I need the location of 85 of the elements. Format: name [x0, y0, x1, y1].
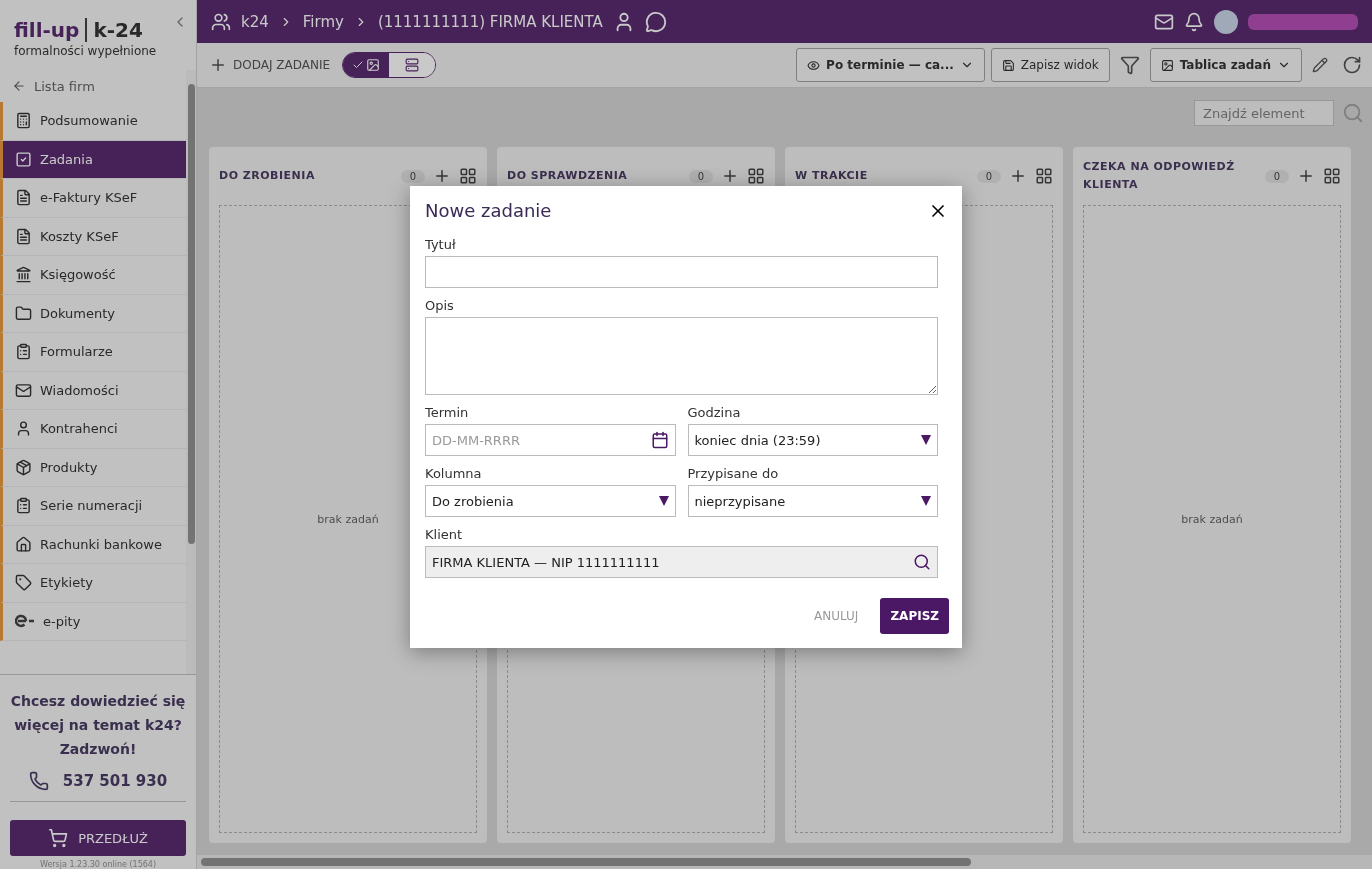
empty-text: brak zadań: [317, 512, 379, 526]
plus-icon[interactable]: [433, 167, 451, 185]
chat-icon[interactable]: [644, 10, 667, 33]
field-label: Termin: [425, 405, 470, 420]
image-icon: [1160, 58, 1174, 72]
column-title: DO SPRAWDZENIA: [507, 168, 629, 184]
plus-icon[interactable]: [1297, 167, 1315, 185]
version-text: Wersja 1.23.30 online (1564): [38, 860, 158, 869]
task-count: 0: [400, 169, 425, 183]
logo-text: k-24: [85, 18, 143, 42]
list-icon: [15, 343, 32, 361]
add-task-button[interactable]: DODAJ ZADANIE: [203, 55, 337, 75]
bell-icon[interactable]: [1184, 11, 1204, 32]
mail-icon: [15, 381, 32, 399]
breadcrumb-link[interactable]: Firmy: [302, 12, 344, 31]
house-icon: [15, 535, 32, 553]
cart-icon: [48, 828, 69, 848]
grid-icon[interactable]: [1035, 167, 1053, 185]
select-field[interactable]: koniec dnia (23:59): [687, 424, 938, 456]
dialog-title: Nowe zadanie: [425, 200, 552, 221]
grid-icon[interactable]: [459, 167, 477, 185]
column-title: W TRAKCIE: [795, 168, 869, 184]
search-field[interactable]: Znajdź element: [1194, 100, 1334, 126]
view-toggle[interactable]: [342, 52, 437, 78]
eye-icon: [807, 58, 821, 72]
field-label: Klient: [425, 527, 464, 542]
caret-icon: [921, 495, 931, 507]
calculator-icon: [15, 112, 32, 130]
breadcrumb-link[interactable]: k24: [241, 12, 269, 31]
input-field[interactable]: [425, 256, 938, 288]
arrow-left-icon: [12, 79, 26, 93]
caret-icon: [921, 434, 931, 446]
avatar[interactable]: [1214, 9, 1238, 34]
grid-icon[interactable]: [747, 167, 765, 185]
phone-icon: [28, 771, 49, 791]
task-count: 0: [688, 169, 713, 183]
sidebar-item[interactable]: Zadania: [0, 140, 186, 179]
lookup-field[interactable]: FIRMA KLIENTA — NIP 1111111111: [425, 546, 938, 578]
view-toggle-button[interactable]: [389, 53, 436, 77]
stack-icon: [405, 58, 420, 72]
search-icon: [913, 553, 931, 571]
building-icon: [15, 266, 32, 284]
e-letter-icon: [15, 614, 35, 629]
plus-icon[interactable]: [721, 167, 739, 185]
field-label: Opis: [425, 298, 455, 313]
back-link[interactable]: Lista firm: [0, 70, 186, 102]
promo-text: Chcesz dowiedzieć się więcej na temat k24? Zadzwoń!: [10, 692, 186, 759]
caret-icon: [658, 495, 669, 507]
select-field[interactable]: nieprzypisane: [687, 485, 938, 517]
plus-icon: [209, 56, 227, 74]
task-count: 0: [976, 169, 1001, 183]
document-icon: [15, 189, 32, 207]
field-label: Przypisane do: [687, 466, 780, 481]
breadcrumb-link[interactable]: (1111111111) FIRMA KLIENTA: [377, 12, 603, 31]
box-icon: [15, 458, 32, 476]
column-title: CZEKA NA ODPOWIEDŹ KLIENTA: [1083, 159, 1236, 193]
floppy-icon: [1001, 58, 1015, 72]
users-icon: [211, 11, 231, 32]
grid-icon[interactable]: [1323, 167, 1341, 185]
field-label: Godzina: [687, 405, 742, 420]
save-view-button[interactable]: Zapisz widok: [990, 48, 1110, 82]
empty-text: brak zadań: [1181, 512, 1243, 526]
field-label: Kolumna: [425, 466, 483, 481]
tag-icon: [15, 574, 32, 592]
view-toggle-button[interactable]: [343, 53, 390, 77]
save-button[interactable]: ZAPISZ: [880, 598, 949, 634]
check-icon: [352, 59, 365, 71]
sort-select[interactable]: Po terminie — ca...: [796, 48, 985, 82]
phone-number: 537 501 930: [62, 772, 168, 790]
document-icon: [15, 227, 32, 245]
renew-button[interactable]: PRZEDŁUŻ: [10, 820, 186, 856]
logo-text: fill-up: [14, 18, 80, 42]
board-select[interactable]: Tablica zadań: [1149, 48, 1302, 82]
column-title: DO ZROBIENIA: [219, 168, 316, 184]
list-icon: [15, 497, 32, 515]
plus-icon[interactable]: [1009, 167, 1027, 185]
calendar-icon: [650, 431, 669, 449]
folder-icon: [15, 304, 32, 322]
checkbox-icon: [15, 150, 32, 168]
field-label: Tytuł: [425, 237, 457, 252]
task-count: 0: [1264, 169, 1289, 183]
select-field[interactable]: Do zrobienia: [425, 485, 676, 517]
image-icon: [366, 58, 381, 72]
logo-tagline: formalności wypełnione: [14, 44, 158, 58]
user-icon: [15, 420, 32, 438]
